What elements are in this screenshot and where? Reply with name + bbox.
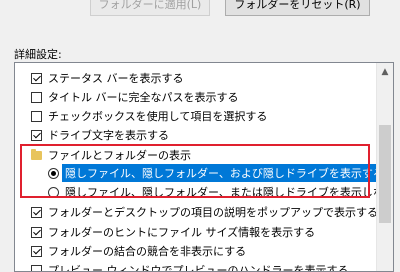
radio-button-icon[interactable] (48, 187, 59, 198)
setting-popup-description[interactable]: フォルダーとデスクトップの項目の説明をポップアップで表示する (31, 203, 378, 221)
scroll-up-arrow-icon[interactable]: ▲ (377, 67, 393, 77)
setting-label: タイトル バーに完全なパスを表示する (48, 89, 239, 105)
group-hidden-files: ファイルとフォルダーの表示 (31, 146, 191, 164)
checkbox-icon[interactable] (31, 130, 42, 141)
checkbox-icon[interactable] (31, 111, 42, 122)
setting-label: ドライブ文字を表示する (48, 127, 169, 143)
radio-hide-hidden[interactable]: 隠しファイル、隠しフォルダー、または隠しドライブを表示しない (48, 183, 394, 201)
checkbox-icon[interactable] (31, 207, 42, 218)
advanced-settings-label: 詳細設定: (14, 46, 62, 62)
setting-status-bar[interactable]: ステータス バーを表示する (31, 69, 184, 87)
radio-button-icon[interactable] (48, 168, 59, 179)
setting-label: フォルダーとデスクトップの項目の説明をポップアップで表示する (48, 204, 378, 220)
setting-item-checkboxes[interactable]: チェックボックスを使用して項目を選択する (31, 107, 267, 125)
checkbox-icon[interactable] (31, 246, 42, 257)
setting-label: フォルダーのヒントにファイル サイズ情報を表示する (48, 224, 315, 240)
radio-show-hidden[interactable]: 隠しファイル、隠しフォルダー、および隠しドライブを表示する (48, 164, 387, 182)
setting-drive-letters[interactable]: ドライブ文字を表示する (31, 126, 169, 144)
vertical-scrollbar[interactable]: ▲ (376, 63, 393, 271)
setting-label: プレビュー ウィンドウでプレビューのハンドラーを表示する (48, 262, 349, 272)
checkbox-icon[interactable] (31, 92, 42, 103)
setting-label: ステータス バーを表示する (48, 70, 184, 86)
setting-label: 隠しファイル、隠しフォルダー、または隠しドライブを表示しない (65, 184, 394, 200)
checkbox-icon[interactable] (31, 227, 42, 238)
advanced-settings-tree[interactable]: ステータス バーを表示する タイトル バーに完全なパスを表示する チェックボック… (14, 62, 394, 272)
setting-label: チェックボックスを使用して項目を選択する (48, 108, 267, 124)
checkbox-icon[interactable] (31, 73, 42, 84)
folder-icon (31, 151, 42, 160)
reset-folders-button[interactable]: フォルダーをリセット(R) (225, 0, 370, 16)
setting-merge-conflicts[interactable]: フォルダーの結合の競合を非表示にする (31, 242, 246, 260)
group-label: ファイルとフォルダーの表示 (48, 147, 191, 163)
setting-folder-tips-size[interactable]: フォルダーのヒントにファイル サイズ情報を表示する (31, 223, 315, 241)
setting-label: 隠しファイル、隠しフォルダー、および隠しドライブを表示する (62, 164, 387, 182)
setting-label: フォルダーの結合の競合を非表示にする (48, 243, 246, 259)
checkbox-icon[interactable] (31, 265, 42, 272)
scrollbar-thumb[interactable] (379, 125, 391, 223)
apply-to-folders-button[interactable]: フォルダーに適用(L) (90, 0, 210, 16)
setting-full-path-title[interactable]: タイトル バーに完全なパスを表示する (31, 88, 239, 106)
